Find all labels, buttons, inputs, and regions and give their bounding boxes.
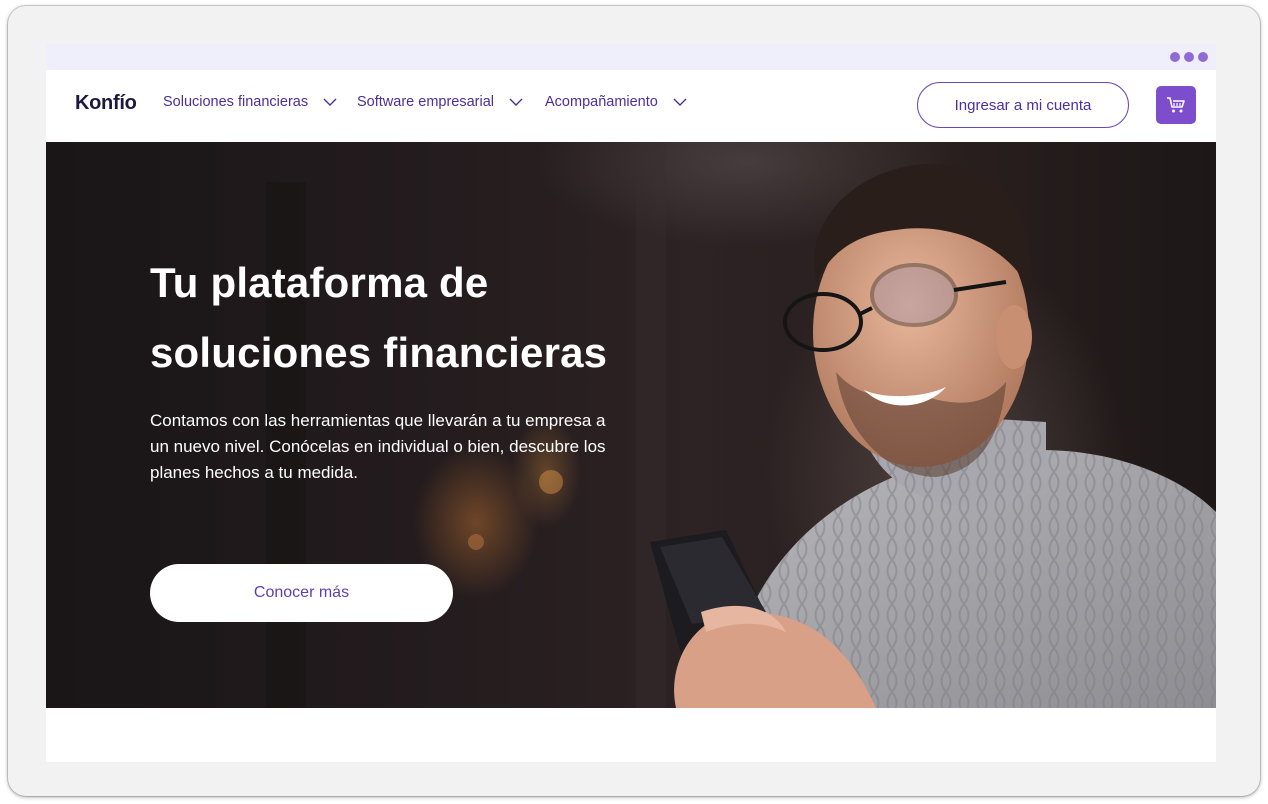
nav-software-empresarial[interactable]: Software empresarial [357, 94, 523, 110]
hero-title: Tu plataforma de soluciones financieras [150, 248, 670, 388]
chevron-down-icon [323, 98, 337, 106]
hero-title-line2: soluciones financieras [150, 329, 608, 376]
hero-section: Tu plataforma de soluciones financieras … [46, 142, 1216, 708]
three-dots-icon[interactable] [1170, 52, 1208, 62]
chevron-down-icon [673, 98, 687, 106]
nav-acompanamiento[interactable]: Acompañamiento [545, 94, 687, 110]
window-top-bar [46, 44, 1216, 70]
konfio-logo[interactable]: Konfío [75, 92, 137, 115]
hero-title-line1: Tu plataforma de [150, 259, 489, 306]
nav-soluciones-financieras[interactable]: Soluciones financieras [163, 94, 337, 110]
conocer-mas-button[interactable]: Conocer más [150, 564, 453, 622]
chevron-down-icon [509, 98, 523, 106]
site-header: Konfío Soluciones financieras Software e… [46, 70, 1216, 142]
hero-subtitle: Contamos con las herramientas que llevar… [150, 411, 606, 482]
login-button[interactable]: Ingresar a mi cuenta [917, 82, 1129, 128]
device-frame: Konfío Soluciones financieras Software e… [8, 6, 1260, 796]
nav-label: Acompañamiento [545, 94, 658, 110]
nav-label: Soluciones financieras [163, 94, 309, 110]
browser-screen: Konfío Soluciones financieras Software e… [46, 44, 1216, 762]
login-label: Ingresar a mi cuenta [954, 96, 1092, 114]
shopping-cart-icon [1167, 97, 1185, 113]
nav-label: Software empresarial [357, 94, 494, 110]
cart-button[interactable] [1156, 86, 1196, 124]
